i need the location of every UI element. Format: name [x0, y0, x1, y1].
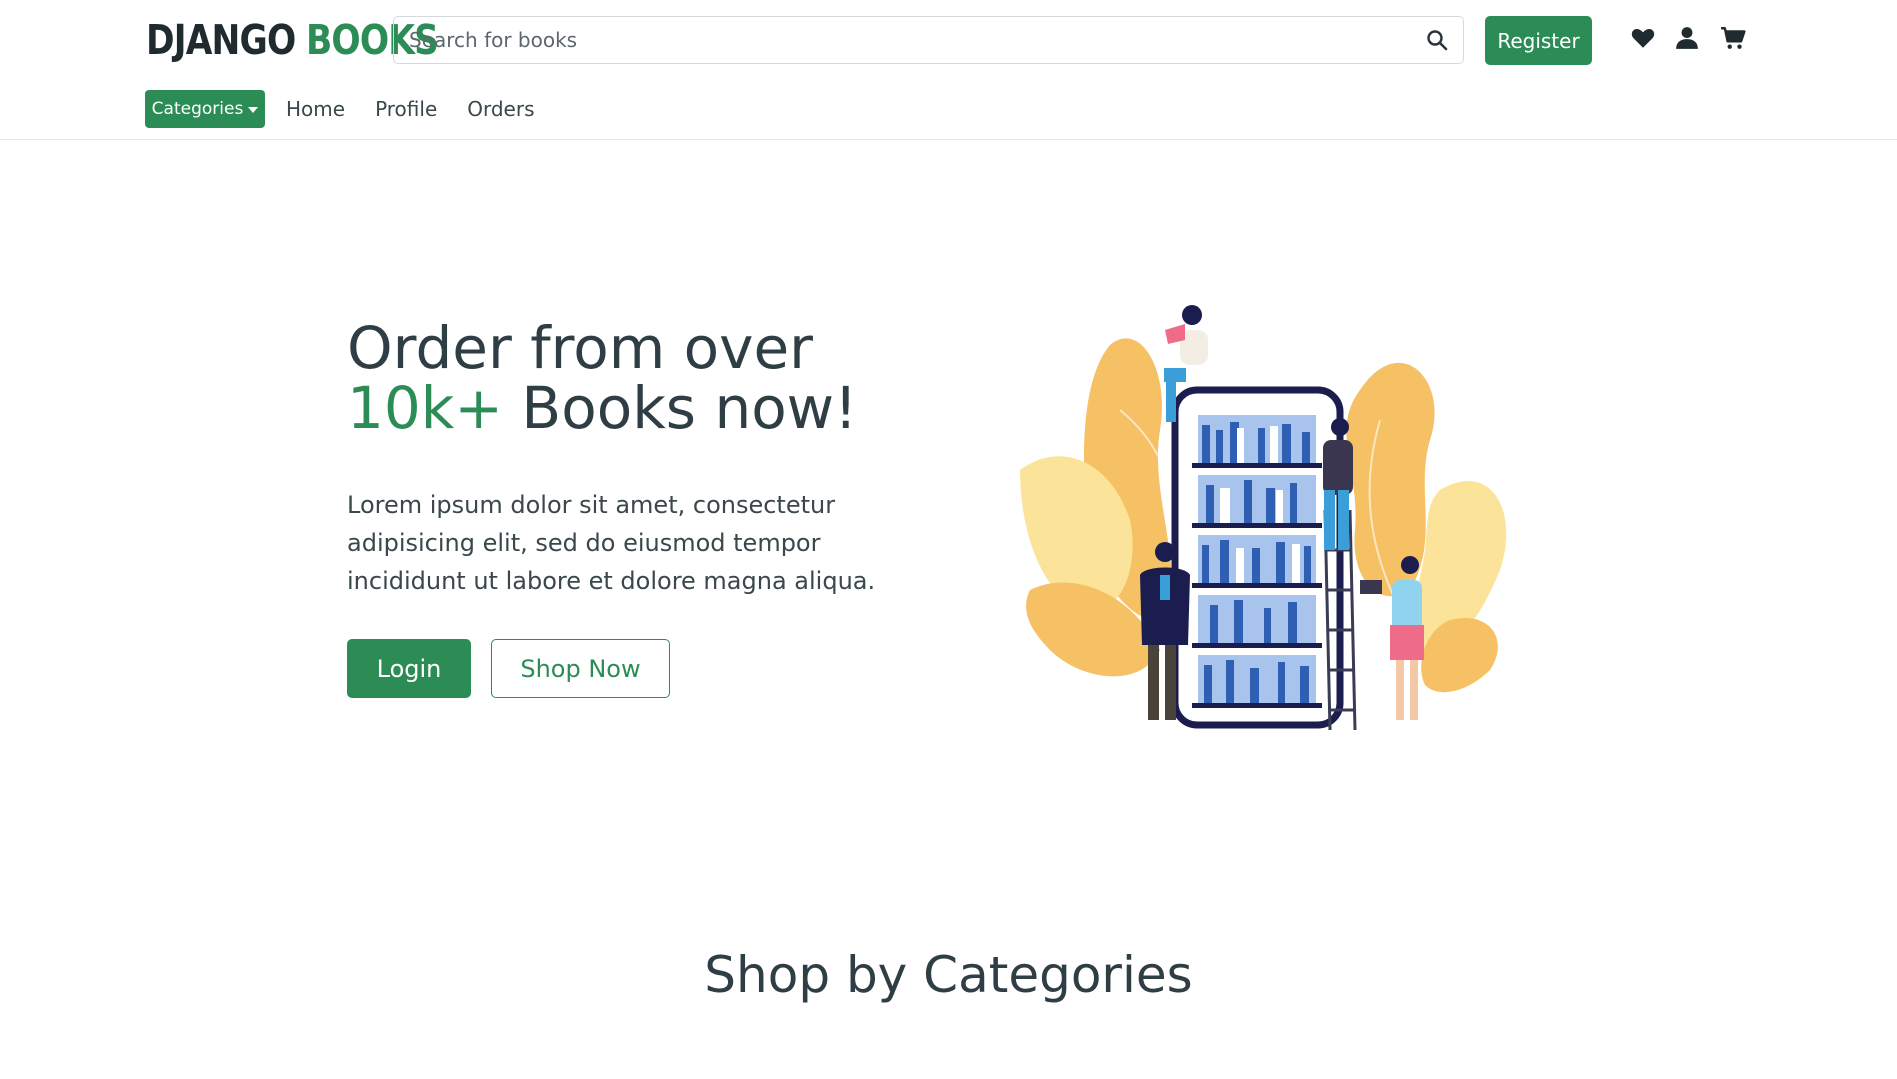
section-title-shop-by-categories: Shop by Categories	[704, 946, 1193, 1004]
categories-label: Categories	[151, 99, 244, 119]
categories-dropdown-button[interactable]: Categories	[145, 90, 265, 128]
site-header: DJANGO BOOKS Register Categories Home Pr…	[0, 0, 1897, 140]
user-icon[interactable]	[1674, 25, 1700, 51]
search-input[interactable]	[394, 17, 1409, 63]
cart-icon[interactable]	[1720, 25, 1746, 51]
login-button[interactable]: Login	[347, 639, 471, 698]
library-illustration	[1020, 305, 1507, 731]
shop-now-button[interactable]: Shop Now	[491, 639, 670, 698]
hero-title: Order from over 10k+ Books now!	[347, 318, 857, 438]
register-button[interactable]: Register	[1485, 16, 1592, 65]
nav-link-home[interactable]: Home	[286, 97, 345, 121]
hero-description: Lorem ipsum dolor sit amet, consectetur …	[347, 491, 876, 595]
heart-icon[interactable]	[1630, 25, 1656, 51]
nav-link-profile[interactable]: Profile	[375, 97, 437, 121]
nav-link-orders[interactable]: Orders	[467, 97, 534, 121]
caret-down-icon	[248, 107, 259, 113]
search-icon[interactable]	[1425, 28, 1449, 52]
main-nav: Categories Home Profile Orders	[145, 90, 535, 128]
brand-logo-part1: DJANGO	[146, 16, 296, 64]
hero-title-line1: Order from over	[347, 314, 814, 382]
search-bar	[393, 16, 1464, 64]
hero-title-accent: 10k+	[347, 374, 503, 442]
hero-title-rest: Books now!	[503, 374, 858, 442]
